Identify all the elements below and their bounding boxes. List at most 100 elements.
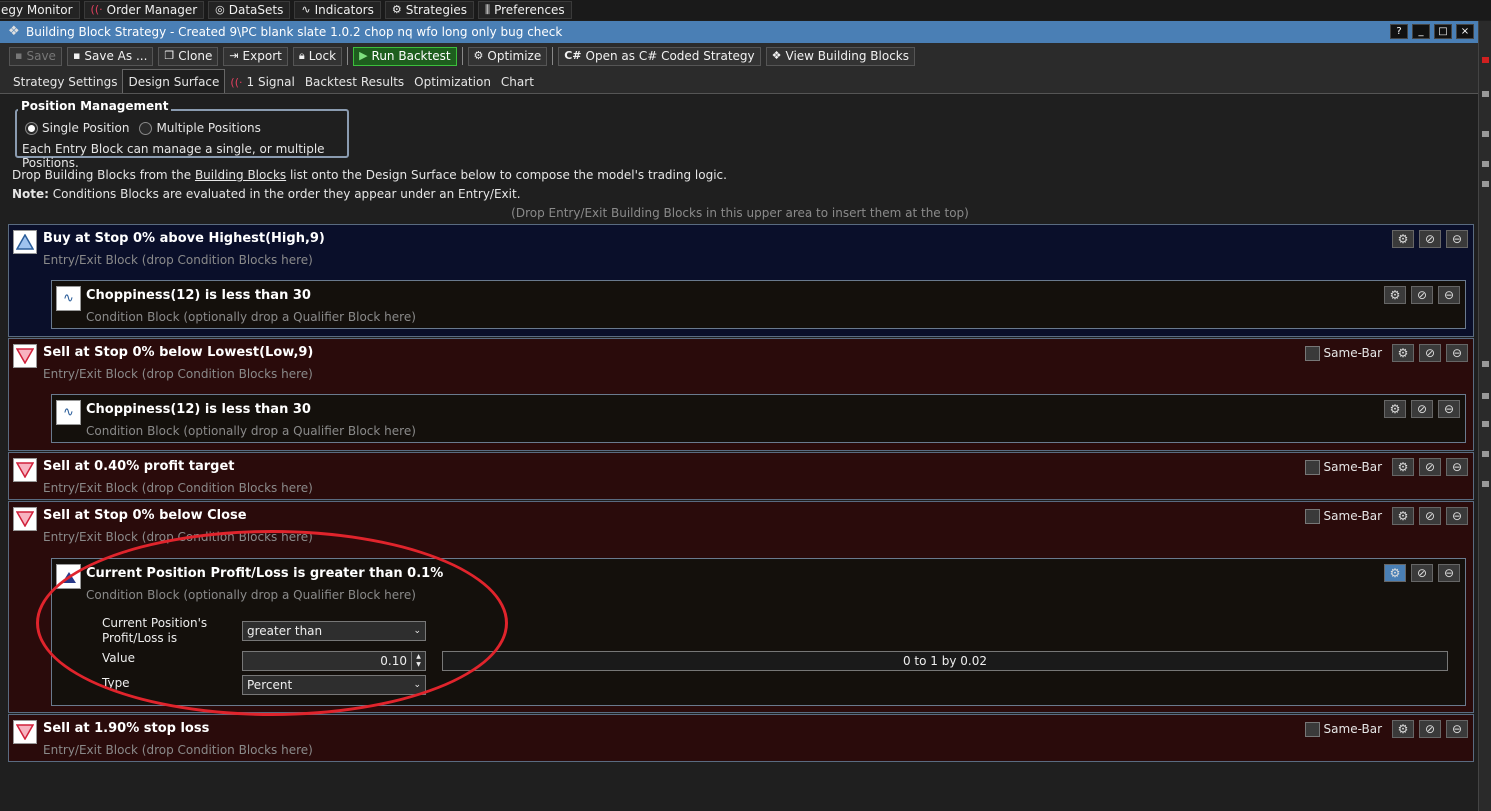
same-bar-option: Same-Bar <box>1304 345 1382 361</box>
settings-gear-button[interactable]: ⚙ <box>1392 720 1414 738</box>
lock-button[interactable]: 🔒︎ Lock <box>292 46 343 66</box>
toolbar-separator <box>347 47 349 65</box>
note-body: Conditions Blocks are evaluated in the o… <box>48 187 521 201</box>
remove-button[interactable]: ⊖ <box>1446 230 1468 248</box>
tab-strategy-settings[interactable]: Strategy Settings <box>8 71 122 93</box>
gears-icon: ⚙ <box>473 49 484 62</box>
settings-gear-button[interactable]: ⚙ <box>1392 458 1414 476</box>
disable-button[interactable]: ⊘ <box>1411 400 1433 418</box>
block-controls: Same-Bar ⚙ ⊘ ⊖ <box>1304 720 1468 738</box>
remove-button[interactable]: ⊖ <box>1438 400 1460 418</box>
order-manager-tab[interactable]: ((· Order Manager <box>83 1 205 19</box>
single-position-radio[interactable] <box>25 121 38 135</box>
single-position-label: Single Position <box>42 121 130 135</box>
settings-gear-button[interactable]: ⚙ <box>1384 564 1406 582</box>
chevron-down-icon: ⌄ <box>413 680 421 690</box>
tab-optimization[interactable]: Optimization <box>409 71 496 93</box>
value-label: Value <box>102 651 135 665</box>
remove-button[interactable]: ⊖ <box>1446 458 1468 476</box>
help-button[interactable]: ? <box>1390 24 1408 39</box>
strategy-monitor-tab[interactable]: egy Monitor <box>0 1 80 19</box>
remove-button[interactable]: ⊖ <box>1438 564 1460 582</box>
block-subtitle: Entry/Exit Block (drop Condition Blocks … <box>43 253 313 267</box>
save-as-label: Save As ... <box>84 49 148 63</box>
entry-block-buy-stop[interactable]: Buy at Stop 0% above Highest(High,9) Ent… <box>8 224 1474 337</box>
tab-design-surface[interactable]: Design Surface <box>122 69 226 93</box>
comparison-select[interactable]: greater than ⌄ <box>242 621 426 641</box>
remove-button[interactable]: ⊖ <box>1438 286 1460 304</box>
prohibit-icon: ⊘ <box>1416 402 1428 416</box>
chevron-down-icon: ⌄ <box>413 626 421 636</box>
settings-gear-button[interactable]: ⚙ <box>1392 507 1414 525</box>
settings-gear-button[interactable]: ⚙ <box>1392 344 1414 362</box>
view-building-blocks-label: View Building Blocks <box>785 49 910 63</box>
remove-button[interactable]: ⊖ <box>1446 720 1468 738</box>
gear-icon: ⚙ <box>1397 460 1409 474</box>
open-csharp-label: Open as C# Coded Strategy <box>585 49 755 63</box>
disable-button[interactable]: ⊘ <box>1419 344 1441 362</box>
profit-loss-label-line2: Profit/Loss is <box>102 631 178 645</box>
clone-button[interactable]: ❐ Clone <box>158 46 219 66</box>
condition-block-position-profit[interactable]: Current Position Profit/Loss is greater … <box>51 558 1466 706</box>
settings-gear-button[interactable]: ⚙ <box>1384 286 1406 304</box>
disable-button[interactable]: ⊘ <box>1419 230 1441 248</box>
exit-block-stop-loss[interactable]: Sell at 1.90% stop loss Entry/Exit Block… <box>8 714 1474 762</box>
minimize-button[interactable]: _ <box>1412 24 1430 39</box>
prohibit-icon: ⊘ <box>1424 509 1436 523</box>
disable-button[interactable]: ⊘ <box>1411 286 1433 304</box>
save-label: Save <box>26 49 56 63</box>
strategy-tabs: Strategy Settings Design Surface ((· 1 Si… <box>0 69 1478 94</box>
spinner-arrows-icon[interactable]: ▲ ▼ <box>411 652 425 670</box>
close-button[interactable]: × <box>1456 24 1474 39</box>
strategies-tab[interactable]: ⚙ Strategies <box>384 1 475 19</box>
optimize-button[interactable]: ⚙ Optimize <box>467 46 548 66</box>
minus-circle-icon: ⊖ <box>1451 509 1463 523</box>
tab-chart[interactable]: Chart <box>496 71 539 93</box>
condition-block-choppiness[interactable]: ∿ Choppiness(12) is less than 30 Conditi… <box>51 280 1466 329</box>
datasets-tab[interactable]: ◎ DataSets <box>208 1 291 19</box>
optimization-range-field[interactable]: 0 to 1 by 0.02 <box>442 651 1448 671</box>
same-bar-checkbox[interactable] <box>1304 721 1320 737</box>
type-select[interactable]: Percent ⌄ <box>242 675 426 695</box>
remove-button[interactable]: ⊖ <box>1446 507 1468 525</box>
exit-block-sell-stop-lowest[interactable]: Sell at Stop 0% below Lowest(Low,9) Entr… <box>8 338 1474 451</box>
tab-design-surface-label: Design Surface <box>128 74 220 89</box>
panel-icon <box>1482 393 1489 399</box>
preferences-tab[interactable]: ⫼ Preferences <box>478 1 572 19</box>
same-bar-checkbox[interactable] <box>1304 345 1320 361</box>
save-as-button[interactable]: ▪ Save As ... <box>66 46 154 66</box>
block-controls: Same-Bar ⚙ ⊘ ⊖ <box>1304 458 1468 476</box>
open-csharp-button[interactable]: C# Open as C# Coded Strategy <box>558 46 761 66</box>
disable-button[interactable]: ⊘ <box>1411 564 1433 582</box>
same-bar-checkbox[interactable] <box>1304 508 1320 524</box>
disable-button[interactable]: ⊘ <box>1419 720 1441 738</box>
remove-button[interactable]: ⊖ <box>1446 344 1468 362</box>
minus-circle-icon: ⊖ <box>1451 346 1463 360</box>
tab-backtest-results[interactable]: Backtest Results <box>300 71 409 93</box>
exit-block-profit-target[interactable]: Sell at 0.40% profit target Entry/Exit B… <box>8 452 1474 500</box>
same-bar-checkbox[interactable] <box>1304 459 1320 475</box>
settings-gear-button[interactable]: ⚙ <box>1392 230 1414 248</box>
condition-subtitle: Condition Block (optionally drop a Quali… <box>86 424 416 438</box>
building-blocks-link[interactable]: Building Blocks <box>195 168 286 182</box>
indicators-tab[interactable]: ∿ Indicators <box>294 1 381 19</box>
disable-button[interactable]: ⊘ <box>1419 458 1441 476</box>
settings-gear-button[interactable]: ⚙ <box>1384 400 1406 418</box>
disable-button[interactable]: ⊘ <box>1419 507 1441 525</box>
signal-icon: ((· <box>230 75 243 89</box>
exit-block-sell-stop-close[interactable]: Sell at Stop 0% below Close Entry/Exit B… <box>8 501 1474 713</box>
multiple-positions-radio[interactable] <box>139 121 153 135</box>
view-building-blocks-button[interactable]: ❖ View Building Blocks <box>765 46 916 66</box>
sell-triangle-icon <box>13 458 37 482</box>
tab-signals[interactable]: ((· 1 Signal <box>225 71 299 93</box>
tab-optimization-label: Optimization <box>414 75 491 89</box>
save-button[interactable]: ▪ Save <box>9 46 62 66</box>
export-button[interactable]: ⇥ Export <box>223 46 288 66</box>
value-stepper[interactable]: 0.10 ▲ ▼ <box>242 651 426 671</box>
same-bar-option: Same-Bar <box>1304 459 1382 475</box>
condition-block-choppiness[interactable]: ∿ Choppiness(12) is less than 30 Conditi… <box>51 394 1466 443</box>
floppy-icon: ▪ <box>15 49 23 62</box>
gear-icon: ⚙ <box>1397 509 1409 523</box>
run-backtest-button[interactable]: ▶ Run Backtest <box>353 46 457 66</box>
maximize-button[interactable]: □ <box>1434 24 1452 39</box>
